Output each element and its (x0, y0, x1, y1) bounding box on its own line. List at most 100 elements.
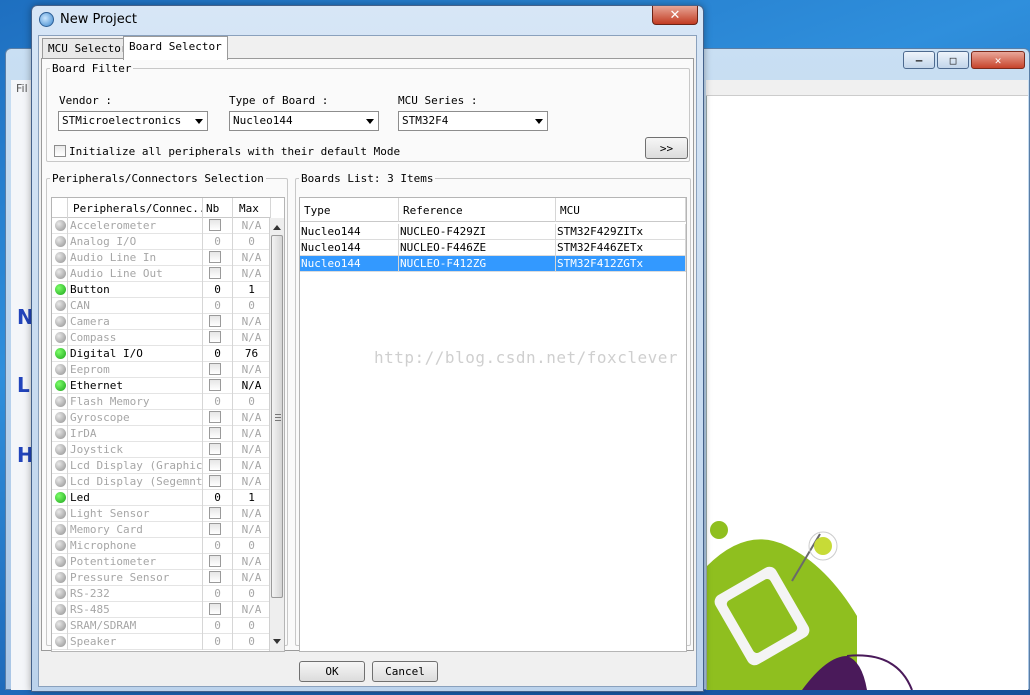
peripheral-nb[interactable] (203, 442, 233, 458)
scroll-down-icon[interactable] (273, 639, 281, 644)
peripheral-checkbox[interactable] (209, 251, 221, 263)
column-header-mcu[interactable]: MCU (556, 198, 686, 222)
peripheral-nb[interactable] (203, 410, 233, 426)
vendor-select[interactable]: STMicroelectronics (58, 111, 208, 131)
table-row[interactable]: Light Sensor N/A (52, 506, 271, 522)
table-row[interactable]: Speaker 0 0 (52, 634, 271, 650)
init-peripherals-label: Initialize all peripherals with their de… (69, 145, 401, 158)
table-row[interactable]: Flash Memory 0 0 (52, 394, 271, 410)
background-menu-stub[interactable]: Fil (16, 82, 28, 95)
peripherals-scrollbar[interactable] (269, 218, 284, 651)
table-row[interactable]: Audio Line Out N/A (52, 266, 271, 282)
status-cell (52, 586, 68, 602)
column-header-reference[interactable]: Reference (399, 198, 556, 222)
close-icon[interactable]: ✕ (971, 51, 1025, 69)
peripheral-checkbox[interactable] (209, 379, 221, 391)
expand-button[interactable]: >> (645, 137, 688, 159)
peripheral-checkbox[interactable] (209, 427, 221, 439)
peripheral-checkbox[interactable] (209, 603, 221, 615)
status-off-icon (55, 540, 66, 551)
peripheral-nb[interactable] (203, 554, 233, 570)
board-mcu: STM32F412ZGTx (556, 256, 686, 272)
peripheral-name: CAN (68, 298, 203, 314)
peripheral-nb[interactable] (203, 378, 233, 394)
peripheral-checkbox[interactable] (209, 475, 221, 487)
close-icon[interactable]: ✕ (652, 6, 698, 25)
table-row[interactable]: Pressure Sensor N/A (52, 570, 271, 586)
ok-button[interactable]: OK (299, 661, 365, 682)
scrollbar-thumb[interactable] (271, 235, 283, 598)
table-row[interactable]: Audio Line In N/A (52, 250, 271, 266)
table-row[interactable]: Lcd Display (Graphics) N/A (52, 458, 271, 474)
table-row[interactable]: RS-485 N/A (52, 602, 271, 618)
status-cell (52, 570, 68, 586)
table-row[interactable]: Nucleo144 NUCLEO-F446ZE STM32F446ZETx (300, 240, 686, 256)
peripheral-checkbox[interactable] (209, 363, 221, 375)
table-row[interactable]: Button 0 1 (52, 282, 271, 298)
status-off-icon (55, 220, 66, 231)
column-header-max[interactable]: Max (233, 198, 271, 218)
table-row[interactable]: Analog I/O 0 0 (52, 234, 271, 250)
chevron-down-icon (366, 119, 374, 124)
mcu-series-select[interactable]: STM32F4 (398, 111, 548, 131)
table-row[interactable]: Compass N/A (52, 330, 271, 346)
table-row[interactable]: Potentiometer N/A (52, 554, 271, 570)
peripheral-nb[interactable] (203, 474, 233, 490)
table-row[interactable]: Microphone 0 0 (52, 538, 271, 554)
peripheral-nb[interactable] (203, 570, 233, 586)
table-row[interactable]: Digital I/O 0 76 (52, 346, 271, 362)
peripheral-nb[interactable] (203, 266, 233, 282)
status-off-icon (55, 620, 66, 631)
table-row[interactable]: CAN 0 0 (52, 298, 271, 314)
maximize-icon[interactable]: □ (937, 51, 969, 69)
peripheral-checkbox[interactable] (209, 507, 221, 519)
table-row[interactable]: RS-232 0 0 (52, 586, 271, 602)
peripheral-nb[interactable] (203, 330, 233, 346)
peripheral-nb[interactable] (203, 314, 233, 330)
cancel-button[interactable]: Cancel (372, 661, 438, 682)
peripheral-checkbox[interactable] (209, 571, 221, 583)
table-row[interactable]: Gyroscope N/A (52, 410, 271, 426)
peripheral-nb[interactable] (203, 250, 233, 266)
column-header-type[interactable]: Type (300, 198, 399, 222)
peripheral-checkbox[interactable] (209, 555, 221, 567)
table-row[interactable]: Nucleo144 NUCLEO-F412ZG STM32F412ZGTx (300, 256, 686, 272)
peripheral-checkbox[interactable] (209, 331, 221, 343)
peripheral-nb[interactable] (203, 522, 233, 538)
peripheral-checkbox[interactable] (209, 315, 221, 327)
peripheral-max: N/A (233, 330, 271, 346)
peripheral-checkbox[interactable] (209, 459, 221, 471)
table-row[interactable]: Accelerometer N/A (52, 218, 271, 234)
peripheral-nb[interactable] (203, 218, 233, 234)
peripheral-nb[interactable] (203, 506, 233, 522)
column-header-nb[interactable]: Nb (203, 198, 233, 218)
peripheral-nb[interactable] (203, 362, 233, 378)
column-header-peripheral[interactable]: Peripherals/Connec... (68, 198, 203, 218)
peripheral-name: RS-232 (68, 586, 203, 602)
table-row[interactable]: Nucleo144 NUCLEO-F429ZI STM32F429ZITx (300, 224, 686, 240)
peripheral-checkbox[interactable] (209, 523, 221, 535)
peripheral-checkbox[interactable] (209, 411, 221, 423)
peripheral-checkbox[interactable] (209, 267, 221, 279)
table-row[interactable]: Memory Card N/A (52, 522, 271, 538)
peripheral-checkbox[interactable] (209, 219, 221, 231)
init-peripherals-checkbox[interactable] (54, 145, 66, 157)
minimize-icon[interactable]: – (903, 51, 935, 69)
tab-board-selector[interactable]: Board Selector (123, 36, 228, 60)
scroll-up-icon[interactable] (273, 225, 281, 230)
table-row[interactable]: Joystick N/A (52, 442, 271, 458)
tab-mcu-selector[interactable]: MCU Selector (42, 38, 134, 59)
peripheral-nb[interactable] (203, 602, 233, 618)
peripheral-nb[interactable] (203, 458, 233, 474)
table-row[interactable]: IrDA N/A (52, 426, 271, 442)
type-of-board-select[interactable]: Nucleo144 (229, 111, 379, 131)
table-row[interactable]: Led 0 1 (52, 490, 271, 506)
peripheral-max: N/A (233, 442, 271, 458)
table-row[interactable]: SRAM/SDRAM 0 0 (52, 618, 271, 634)
table-row[interactable]: Eeprom N/A (52, 362, 271, 378)
table-row[interactable]: Ethernet N/A (52, 378, 271, 394)
table-row[interactable]: Lcd Display (Segemnt) N/A (52, 474, 271, 490)
peripheral-nb[interactable] (203, 426, 233, 442)
peripheral-checkbox[interactable] (209, 443, 221, 455)
table-row[interactable]: Camera N/A (52, 314, 271, 330)
